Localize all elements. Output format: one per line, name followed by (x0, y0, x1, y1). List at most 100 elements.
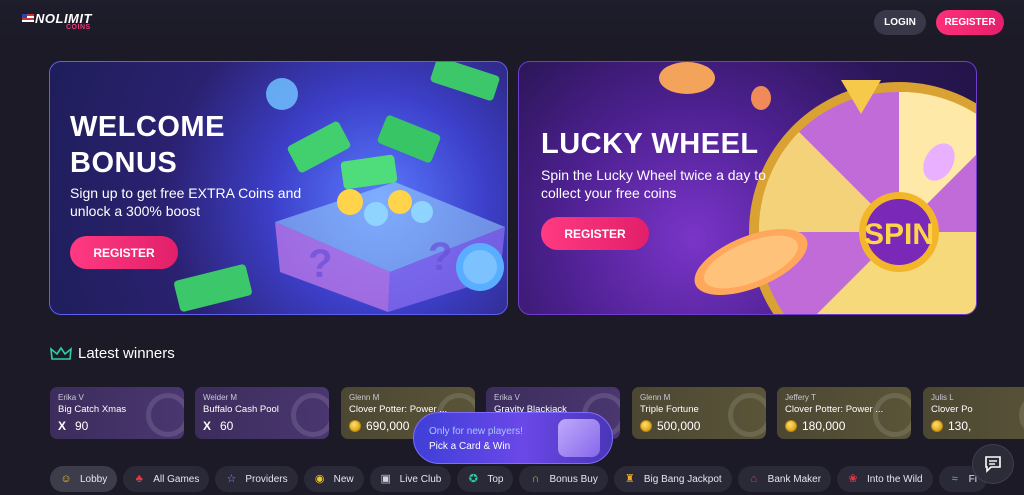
category-label: Bonus Buy (549, 473, 598, 485)
cherries-icon: ♣ (135, 473, 143, 485)
winner-game: Clover Potter: Power ... (785, 404, 884, 415)
winner-name: Welder M (203, 393, 238, 402)
category-providers[interactable]: ☆ Providers (215, 466, 298, 492)
winner-game: Triple Fortune (640, 404, 699, 415)
category-live-club[interactable]: ▣ Live Club (369, 466, 452, 492)
winner-amount: 690,000 (349, 419, 409, 433)
banner-title-line2: BONUS (70, 147, 178, 179)
category-into-the-wild[interactable]: ❀ Into the Wild (837, 466, 933, 492)
us-flag-icon (22, 14, 34, 22)
winner-amount: 180,000 (785, 419, 845, 433)
game-badge-icon (1019, 393, 1024, 437)
winner-name: Jeffery T (785, 393, 816, 402)
chat-button[interactable] (972, 444, 1014, 484)
new-icon: ◉ (314, 473, 325, 485)
category-new[interactable]: ◉ New (303, 466, 364, 492)
winner-amount-value: 90 (75, 419, 89, 433)
category-label: Lobby (80, 473, 108, 485)
game-badge-icon (291, 393, 329, 437)
svg-text:?: ? (308, 242, 332, 286)
promo-line2: Pick a Card & Win (429, 441, 511, 452)
winner-game: Clover Po (931, 404, 973, 415)
fish-icon: ≈ (951, 473, 958, 485)
winner-amount: X 90 (58, 419, 88, 433)
winner-name: Glenn M (640, 393, 671, 402)
winner-card[interactable]: Jeffery T Clover Potter: Power ... 180,000 (777, 387, 911, 439)
medal-icon: ✪ (468, 473, 478, 485)
banner-text-line2: unlock a 300% boost (70, 203, 200, 219)
category-label: Live Club (399, 473, 442, 485)
gift-icon (558, 419, 600, 457)
winner-card[interactable]: Julis L Clover Po 130, (923, 387, 1024, 439)
winner-name: Erika V (58, 393, 84, 402)
lobby-icon: ☺ (60, 473, 72, 485)
promo-line1: Only for new players! (429, 426, 523, 437)
coin-icon (349, 420, 361, 432)
category-label: Into the Wild (867, 473, 923, 485)
game-badge-icon (873, 393, 911, 437)
winner-card[interactable]: Glenn M Triple Fortune 500,000 (632, 387, 766, 439)
category-label: Top (487, 473, 504, 485)
banner-title-line1: WELCOME (70, 111, 225, 143)
latest-winners-title: Latest winners (78, 345, 175, 362)
login-button[interactable]: LOGIN (874, 10, 926, 35)
category-label: Big Bang Jackpot (643, 473, 722, 485)
winner-game: Big Catch Xmas (58, 404, 127, 415)
welcome-bonus-banner[interactable]: ? ? WELCOME BONUS Sign up to get free EX… (49, 61, 508, 315)
winner-name: Julis L (931, 393, 954, 402)
winner-amount-value: 180,000 (802, 419, 846, 433)
winner-amount-value: 60 (220, 419, 234, 433)
new-player-promo[interactable]: Only for new players! Pick a Card & Win (413, 412, 613, 464)
banner-register-button[interactable]: REGISTER (70, 236, 178, 269)
top-bar: NOLIMIT COINS LOGIN REGISTER (0, 0, 1024, 44)
category-big-bang-jackpot[interactable]: ♜ Big Bang Jackpot (613, 466, 732, 492)
banner-text-line1: Sign up to get free EXTRA Coins and (70, 185, 302, 201)
logo-sub: COINS (66, 24, 91, 31)
banner-text-line1: Spin the Lucky Wheel twice a day to (541, 167, 766, 183)
svg-text:?: ? (428, 235, 452, 279)
category-lobby[interactable]: ☺ Lobby (50, 466, 118, 492)
winner-card[interactable]: Erika V Big Catch Xmas X 90 (50, 387, 184, 439)
logo[interactable]: NOLIMIT COINS (22, 11, 100, 33)
coin-icon (785, 420, 797, 432)
trophy-icon: ♜ (624, 473, 635, 485)
spin-label: SPIN (864, 218, 934, 251)
winner-amount-value: 130, (948, 419, 972, 433)
horseshoe-icon: ∩ (531, 473, 540, 485)
banner-register-button[interactable]: REGISTER (541, 217, 649, 250)
category-bonus-buy[interactable]: ∩ Bonus Buy (519, 466, 608, 492)
category-top[interactable]: ✪ Top (457, 466, 514, 492)
category-label: All Games (153, 473, 200, 485)
paw-icon: ❀ (848, 473, 858, 485)
crown-icon (50, 346, 72, 360)
multiplier-x-icon: X (58, 419, 67, 433)
category-all-games[interactable]: ♣ All Games (123, 466, 210, 492)
winner-amount-value: 500,000 (657, 419, 701, 433)
cards-icon: ▣ (380, 473, 391, 485)
star-icon: ☆ (226, 473, 237, 485)
winner-name: Erika V (494, 393, 520, 402)
banner-title: LUCKY WHEEL (541, 128, 759, 160)
winner-amount: X 60 (203, 419, 233, 433)
lucky-wheel-banner[interactable]: SPIN LUCKY WHEEL Spin the Lucky Wheel tw… (518, 61, 977, 315)
category-label: Bank Maker (767, 473, 822, 485)
category-label: New (333, 473, 354, 485)
game-badge-icon (146, 393, 184, 437)
category-bar: ☺ Lobby ♣ All Games ☆ Providers ◉ New ▣ Live Club… (50, 466, 1024, 492)
winner-amount: 500,000 (640, 419, 700, 433)
winner-game: Buffalo Cash Pool (203, 404, 279, 415)
register-button[interactable]: REGISTER (936, 10, 1004, 35)
winner-amount-value: 690,000 (366, 419, 410, 433)
category-bank-maker[interactable]: ⌂ Bank Maker (737, 466, 832, 492)
multiplier-x-icon: X (203, 419, 212, 433)
chat-icon (985, 456, 1001, 473)
winner-amount: 130, (931, 419, 971, 433)
winner-card[interactable]: Welder M Buffalo Cash Pool X 60 (195, 387, 329, 439)
coin-icon (640, 420, 652, 432)
game-badge-icon (728, 393, 766, 437)
winner-name: Glenn M (349, 393, 380, 402)
bank-icon: ⌂ (750, 473, 757, 485)
coin-icon (931, 420, 943, 432)
category-label: Providers (245, 473, 288, 485)
banner-text-line2: collect your free coins (541, 185, 677, 201)
